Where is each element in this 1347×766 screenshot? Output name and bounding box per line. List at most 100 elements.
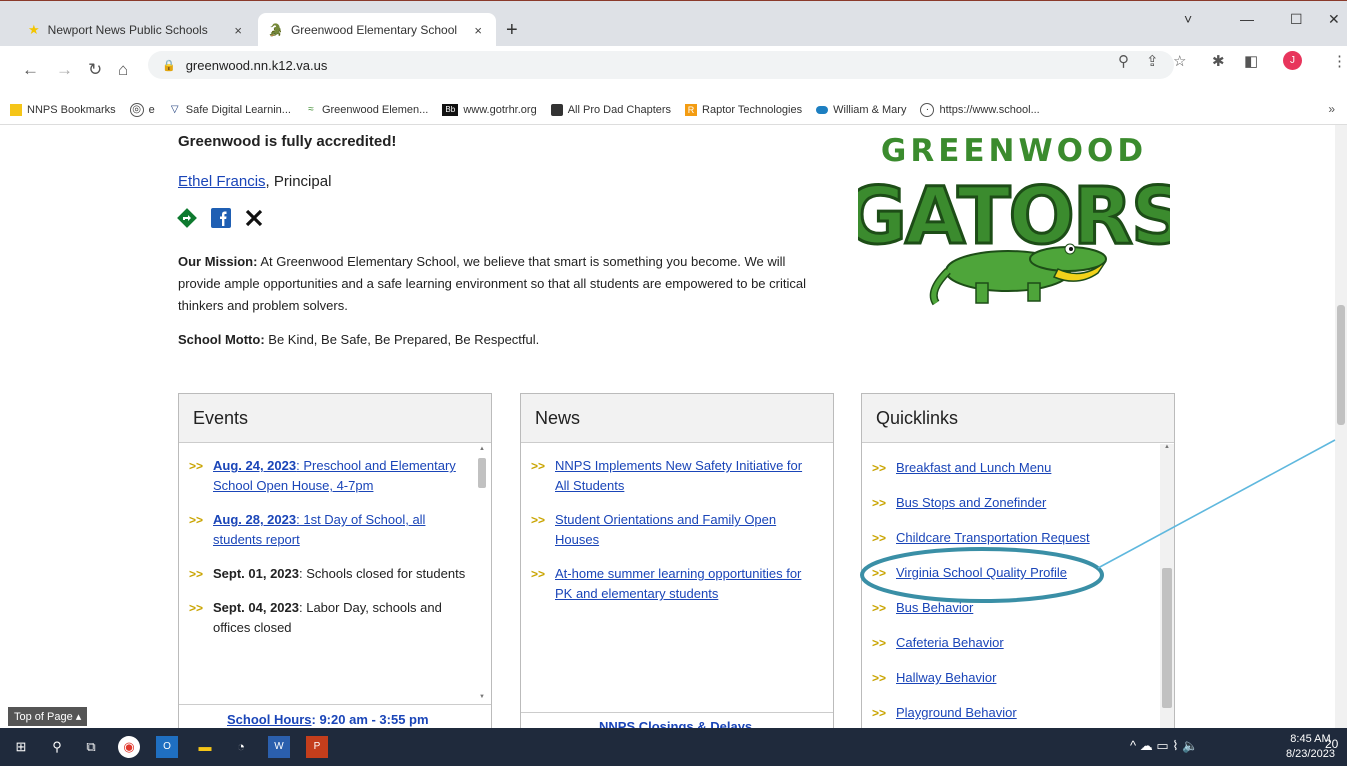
news-header: News (521, 394, 833, 443)
quicklink-breakfast-lunch[interactable]: >> Breakfast and Lunch Menu (872, 458, 1150, 478)
home-icon[interactable]: ⌂ (118, 60, 128, 80)
task-view-icon[interactable]: ⧉ (80, 736, 102, 758)
close-window-button[interactable]: ✕ (1328, 11, 1340, 28)
browser-toolbar: ← → ↻ ⌂ 🔒 greenwood.nn.k12.va.us ⚲ ⇪ ☆ ✱… (0, 46, 1347, 96)
accredited-heading: Greenwood is fully accredited! (178, 133, 397, 150)
chevron-right-icon: >> (872, 531, 887, 545)
bookmark-school[interactable]: · https://www.school... (920, 103, 1040, 117)
address-bar[interactable]: 🔒 greenwood.nn.k12.va.us (148, 51, 1174, 79)
principal-link[interactable]: Ethel Francis (178, 173, 266, 190)
quicklinks-scrollbar[interactable]: ▲ (1160, 444, 1174, 728)
tab-title: Newport News Public Schools (47, 23, 208, 37)
events-list: >> Aug. 24, 2023: Preschool and Elementar… (189, 456, 467, 652)
news-list: >> NNPS Implements New Safety Initiative … (531, 456, 819, 618)
new-tab-button[interactable]: + (506, 19, 518, 42)
events-scrollbar[interactable]: ▲ ▼ (477, 446, 487, 700)
forward-icon[interactable]: → (56, 60, 73, 80)
facebook-icon[interactable] (210, 207, 232, 229)
page-scrollbar[interactable] (1335, 125, 1347, 728)
page-content: Greenwood is fully accredited! Ethel Fra… (0, 125, 1347, 728)
profile-avatar[interactable]: J (1283, 51, 1302, 70)
logo-gators-text: GATORS (858, 172, 1170, 262)
edge-icon: ◎ (129, 103, 144, 117)
list-item[interactable]: >> Aug. 24, 2023: Preschool and Elementar… (189, 456, 467, 496)
scroll-thumb[interactable] (478, 458, 486, 488)
menu-icon[interactable]: ⋮ (1332, 52, 1347, 70)
quicklink-bus-stops[interactable]: >> Bus Stops and Zonefinder (872, 493, 1150, 513)
bookmark-star-icon[interactable]: ☆ (1173, 52, 1186, 70)
tab-nnps[interactable]: ★ Newport News Public Schools × (18, 13, 256, 47)
bookmark-e[interactable]: ◎ e (129, 103, 155, 117)
word-icon[interactable]: W (268, 736, 290, 758)
bookmark-gotrhr[interactable]: Bb www.gotrhr.org (442, 104, 537, 116)
reload-icon[interactable]: ↻ (88, 60, 102, 80)
search-icon[interactable]: ⚲ (46, 736, 68, 758)
quicklink-virginia-quality-profile[interactable]: >> Virginia School Quality Profile (872, 563, 1150, 583)
shield-icon: ▽ (170, 104, 179, 115)
list-item[interactable]: >> Aug. 28, 2023: 1st Day of School, all … (189, 510, 467, 550)
scroll-up-icon[interactable]: ▲ (1160, 444, 1174, 450)
back-icon[interactable]: ← (22, 60, 39, 80)
news-panel: News >> NNPS Implements New Safety Initia… (520, 393, 834, 728)
school-motto: School Motto: Be Kind, Be Safe, Be Prepa… (178, 332, 540, 347)
raptor-icon: R (685, 104, 698, 116)
powerpoint-icon[interactable]: P (306, 736, 328, 758)
bookmark-all-pro-dad[interactable]: All Pro Dad Chapters (550, 104, 671, 116)
extensions-icon[interactable]: ✱ (1212, 52, 1225, 70)
directions-icon[interactable] (176, 207, 198, 229)
quicklink-hallway-behavior[interactable]: >> Hallway Behavior (872, 668, 1150, 688)
page-scroll-thumb[interactable] (1337, 305, 1345, 425)
side-panel-icon[interactable]: ◧ (1244, 52, 1258, 70)
scroll-thumb[interactable] (1162, 568, 1172, 708)
list-item[interactable]: >> At-home summer learning opportunities … (531, 564, 819, 604)
quicklink-childcare-transport[interactable]: >> Childcare Transportation Request (872, 528, 1150, 548)
bookmark-raptor[interactable]: R Raptor Technologies (685, 104, 802, 116)
tab-greenwood[interactable]: 🐊 Greenwood Elementary School × (258, 13, 496, 47)
notifications-icon[interactable]: 20 (1325, 737, 1338, 751)
closings-link[interactable]: NNPS Closings & Delays (599, 719, 752, 728)
list-item[interactable]: >> NNPS Implements New Safety Initiative … (531, 456, 819, 496)
gator-icon: 🐊 (268, 23, 283, 37)
chevron-right-icon: >> (189, 567, 204, 581)
quicklink-cafeteria-behavior[interactable]: >> Cafeteria Behavior (872, 633, 1150, 653)
outlook-icon[interactable]: O (156, 736, 178, 758)
school-hours: School Hours: 9:20 am - 3:55 pm (227, 712, 429, 727)
tab-bar: ★ Newport News Public Schools × 🐊 Greenw… (0, 0, 1347, 47)
star-icon: ★ (28, 22, 40, 37)
system-tray-icons[interactable]: ^ ☁ ▭ ⌇ 🔈 (1130, 738, 1198, 754)
chevron-right-icon: >> (872, 566, 887, 580)
bookmark-safe-digital[interactable]: ▽ Safe Digital Learnin... (169, 104, 291, 116)
x-twitter-icon[interactable] (244, 208, 264, 228)
chevron-right-icon: >> (872, 636, 887, 650)
share-icon[interactable]: ⇪ (1146, 52, 1159, 70)
list-item[interactable]: >> Student Orientations and Family Open H… (531, 510, 819, 550)
url-text: greenwood.nn.k12.va.us (185, 57, 328, 73)
chrome-icon[interactable]: ◉ (118, 736, 140, 758)
scroll-down-icon[interactable]: ▼ (477, 694, 487, 700)
bookmark-william-mary[interactable]: William & Mary (816, 104, 906, 116)
chevron-right-icon: >> (872, 671, 887, 685)
bookmark-nnps[interactable]: NNPS Bookmarks (10, 104, 116, 116)
top-of-page-button[interactable]: Top of Page ▴ (8, 707, 88, 726)
tab-search-icon[interactable]: ˅ (1184, 11, 1192, 27)
maximize-button[interactable]: ☐ (1290, 11, 1303, 28)
windows-start-icon[interactable]: ⊞ (10, 736, 32, 758)
minimize-button[interactable]: — (1240, 11, 1254, 27)
chevron-right-icon: >> (531, 567, 546, 581)
chevron-right-icon: >> (872, 706, 887, 720)
scroll-up-icon[interactable]: ▲ (477, 446, 487, 452)
events-panel: Events >> Aug. 24, 2023: Preschool and El… (178, 393, 492, 728)
more-bookmarks-icon[interactable]: » (1328, 102, 1335, 116)
tab-title: Greenwood Elementary School (290, 23, 458, 37)
greenwood-gators-logo: GREENWOOD GATORS (858, 133, 1170, 306)
close-icon[interactable]: × (230, 23, 246, 38)
file-explorer-icon[interactable]: ▬ (194, 736, 216, 758)
bookmark-greenwood[interactable]: ≈ Greenwood Elemen... (305, 104, 428, 116)
close-icon[interactable]: × (470, 23, 486, 38)
quicklink-playground-behavior[interactable]: >> Playground Behavior (872, 703, 1150, 723)
chevron-right-icon: >> (531, 513, 546, 527)
app-icon[interactable]: ◔ (230, 736, 252, 758)
events-header: Events (179, 394, 491, 443)
zoom-icon[interactable]: ⚲ (1118, 52, 1129, 70)
quicklink-bus-behavior[interactable]: >> Bus Behavior (872, 598, 1150, 618)
